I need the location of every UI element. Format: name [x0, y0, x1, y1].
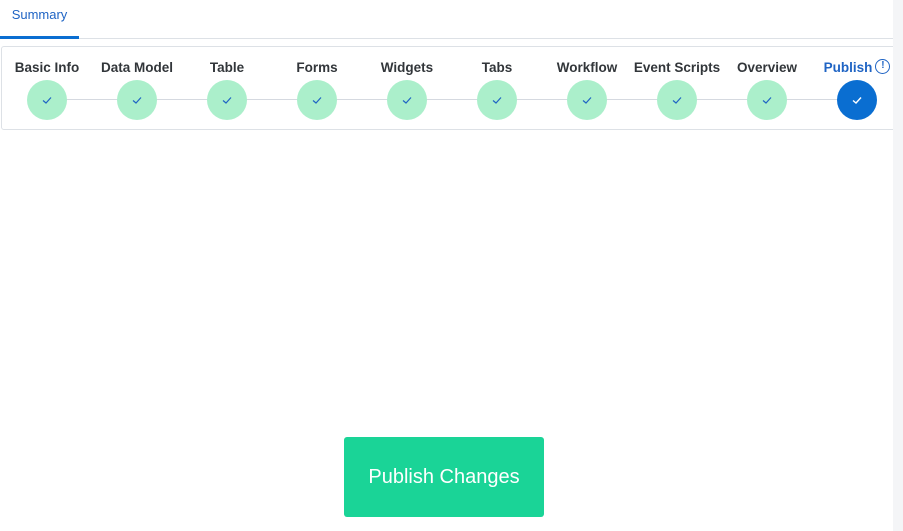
step-label: Workflow	[556, 60, 618, 75]
publish-changes-button[interactable]: Publish Changes	[344, 437, 544, 517]
check-icon	[492, 97, 502, 104]
step-complete-indicator	[567, 80, 607, 120]
check-icon	[672, 97, 682, 104]
step-workflow[interactable]: Workflow	[537, 47, 637, 131]
check-icon	[852, 97, 862, 104]
step-publish[interactable]: Publish !	[807, 47, 903, 131]
step-overview[interactable]: Overview	[717, 47, 817, 131]
step-complete-indicator	[657, 80, 697, 120]
step-label: Forms	[296, 60, 338, 75]
step-active-indicator	[837, 80, 877, 120]
step-label: Widgets	[380, 60, 434, 75]
step-data-model[interactable]: Data Model	[87, 47, 187, 131]
step-complete-indicator	[117, 80, 157, 120]
step-widgets[interactable]: Widgets	[357, 47, 457, 131]
step-complete-indicator	[207, 80, 247, 120]
step-complete-indicator	[297, 80, 337, 120]
step-complete-indicator	[27, 80, 67, 120]
step-tabs[interactable]: Tabs	[447, 47, 547, 131]
step-label: Data Model	[100, 60, 173, 75]
vertical-scrollbar[interactable]	[893, 0, 903, 531]
check-icon	[42, 97, 52, 104]
step-label: Event Scripts	[633, 60, 721, 75]
tab-summary[interactable]: Summary	[0, 0, 79, 39]
step-label-row: Publish !	[823, 58, 891, 77]
check-icon	[582, 97, 592, 104]
step-complete-indicator	[387, 80, 427, 120]
check-icon	[132, 97, 142, 104]
step-label: Tabs	[481, 60, 513, 75]
check-icon	[762, 97, 772, 104]
step-complete-indicator	[477, 80, 517, 120]
step-complete-indicator	[747, 80, 787, 120]
step-event-scripts[interactable]: Event Scripts	[627, 47, 727, 131]
step-label: Publish	[823, 60, 873, 75]
tab-bar: Summary	[0, 0, 893, 39]
step-basic-info[interactable]: Basic Info	[0, 47, 97, 131]
step-forms[interactable]: Forms	[267, 47, 367, 131]
info-icon[interactable]: !	[875, 58, 891, 74]
step-table[interactable]: Table	[177, 47, 277, 131]
check-icon	[222, 97, 232, 104]
check-icon	[312, 97, 322, 104]
wizard-steps: Basic Info Data Model Table Forms Widget…	[1, 46, 900, 130]
step-label: Table	[209, 60, 245, 75]
step-label: Basic Info	[14, 60, 80, 75]
check-icon	[402, 97, 412, 104]
step-label: Overview	[736, 60, 798, 75]
